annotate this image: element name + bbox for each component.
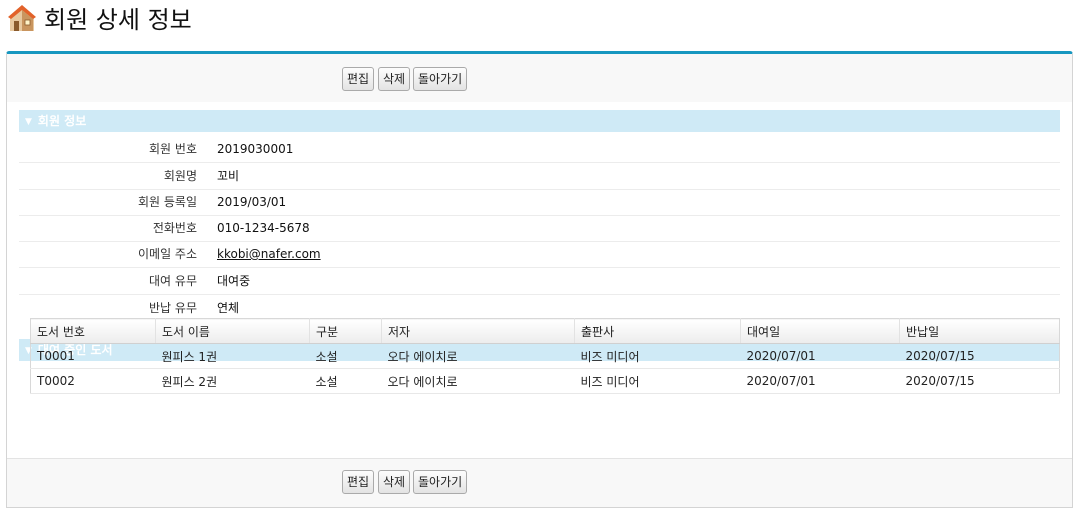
table-cell: 2020/07/01 — [740, 343, 900, 369]
table-cell: 소설 — [309, 368, 382, 394]
table-cell: 비즈 미디어 — [574, 343, 741, 369]
table-cell: T0001 — [30, 343, 156, 369]
detail-body: ▼ 회원 정보 회원 번호 2019030001 회원명 꼬비 회원 등록일 20… — [7, 102, 1072, 459]
page-header: 회원 상세 정보 — [0, 0, 1073, 50]
table-cell: 2020/07/15 — [899, 368, 1060, 394]
back-button[interactable]: 돌아가기 — [413, 470, 468, 494]
table-cell: 2020/07/15 — [899, 343, 1060, 369]
table-cell: 원피스 1권 — [155, 343, 310, 369]
field-label: 전화번호 — [152, 221, 197, 235]
field-value: 010-1234-5678 — [217, 221, 310, 235]
field-value: 2019/03/01 — [217, 195, 287, 209]
column-header[interactable]: 도서 번호 — [30, 318, 156, 344]
table-cell: 2020/07/01 — [740, 368, 900, 394]
field-label: 회원 번호 — [149, 142, 197, 156]
table-cell: 원피스 2권 — [155, 368, 310, 394]
field-row-member-name: 회원명 꼬비 — [19, 163, 1060, 190]
field-label: 대여 유무 — [149, 274, 197, 288]
column-header[interactable]: 출판사 — [574, 318, 741, 344]
delete-button[interactable]: 삭제 — [378, 470, 411, 494]
table-header-row: 도서 번호 도서 이름 구분 저자 출판사 대여일 반납일 — [30, 318, 1060, 344]
member-section-title: 회원 정보 — [37, 114, 87, 128]
back-button[interactable]: 돌아가기 — [413, 67, 468, 91]
edit-button[interactable]: 편집 — [342, 67, 375, 91]
table-cell: 오다 에이치로 — [381, 368, 575, 394]
house-icon — [8, 5, 36, 31]
table-row[interactable]: T0001 원피스 1권 소설 오다 에이치로 비즈 미디어 2020/07/0… — [30, 343, 1060, 369]
collapse-triangle-icon: ▼ — [25, 117, 32, 127]
column-header[interactable]: 대여일 — [740, 318, 900, 344]
table-cell: 오다 에이치로 — [381, 343, 575, 369]
field-value: 2019030001 — [217, 142, 294, 156]
field-row-phone: 전화번호 010-1234-5678 — [19, 215, 1060, 242]
detail-panel: 편집 삭제 돌아가기 ▼ 회원 정보 회원 번호 2019030001 회원명 꼬… — [6, 51, 1073, 508]
column-header[interactable]: 반납일 — [899, 318, 1060, 344]
delete-button[interactable]: 삭제 — [378, 67, 411, 91]
field-value: 대여중 — [217, 274, 251, 288]
field-row-email: 이메일 주소 kkobi@nafer.com — [19, 241, 1060, 268]
page-title: 회원 상세 정보 — [44, 6, 192, 34]
table-cell: 비즈 미디어 — [574, 368, 741, 394]
table-row[interactable]: T0002 원피스 2권 소설 오다 에이치로 비즈 미디어 2020/07/0… — [30, 368, 1060, 394]
table-cell: 소설 — [309, 343, 382, 369]
member-section-header[interactable]: ▼ 회원 정보 — [19, 110, 1060, 132]
bottom-button-bar: 편집 삭제 돌아가기 — [7, 458, 1072, 507]
edit-button[interactable]: 편집 — [342, 470, 375, 494]
field-label: 회원 등록일 — [137, 195, 197, 209]
table-cell: T0002 — [30, 368, 156, 394]
rented-books-table: 도서 번호 도서 이름 구분 저자 출판사 대여일 반납일 T0001 원피스 … — [30, 318, 1060, 394]
field-row-rental-status: 대여 유무 대여중 — [19, 268, 1060, 295]
field-label: 이메일 주소 — [137, 247, 197, 261]
column-header[interactable]: 구분 — [309, 318, 382, 344]
column-header[interactable]: 저자 — [381, 318, 575, 344]
email-link[interactable]: kkobi@nafer.com — [217, 241, 321, 267]
field-row-register-date: 회원 등록일 2019/03/01 — [19, 189, 1060, 216]
field-row-member-number: 회원 번호 2019030001 — [19, 136, 1060, 163]
top-button-bar: 편집 삭제 돌아가기 — [7, 54, 1072, 103]
field-label: 회원명 — [163, 169, 197, 183]
column-header[interactable]: 도서 이름 — [155, 318, 310, 344]
field-value: 꼬비 — [217, 169, 240, 183]
